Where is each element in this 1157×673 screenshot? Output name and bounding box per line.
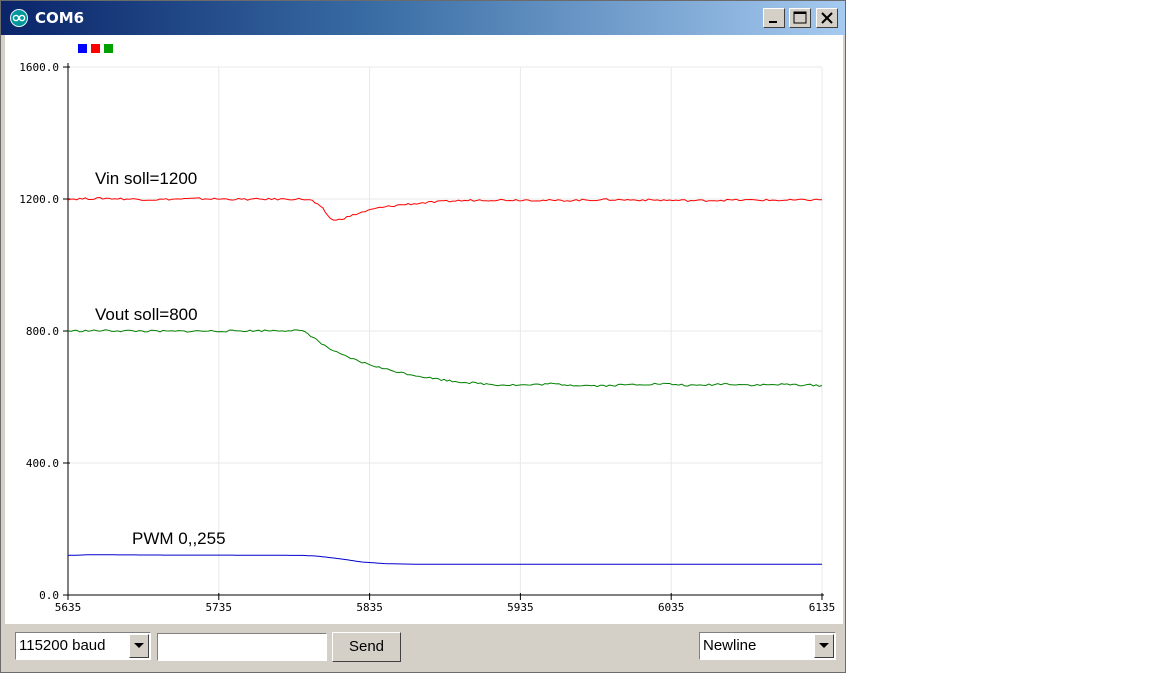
send-button[interactable]: Send xyxy=(332,632,401,662)
chevron-down-icon xyxy=(819,643,829,648)
y-tick-label: 1600.0 xyxy=(19,61,59,74)
series-line-3 xyxy=(67,329,823,388)
x-tick-label: 5835 xyxy=(356,601,383,614)
x-tick-label: 5635 xyxy=(55,601,82,614)
y-tick-label: 1200.0 xyxy=(19,193,59,206)
arduino-logo-icon xyxy=(10,9,28,27)
annotation-pwm: PWM 0,,255 xyxy=(132,529,226,548)
title-bar[interactable]: COM6 xyxy=(1,1,845,35)
maximize-icon xyxy=(793,11,807,24)
x-tick-label: 6135 xyxy=(809,601,836,614)
minimize-icon xyxy=(769,21,777,23)
annotation-vin: Vin soll=1200 xyxy=(95,169,198,188)
chevron-down-icon xyxy=(134,643,144,648)
x-tick-label: 6035 xyxy=(658,601,685,614)
baud-rate-select[interactable]: 115200 baud xyxy=(15,632,151,660)
y-tick-label: 800.0 xyxy=(26,325,59,338)
plot-chart: 0.0400.0800.01200.01600.05635 5735 5835 593… xyxy=(19,61,836,614)
bottom-toolbar: 115200 baud Send Newline xyxy=(5,624,843,670)
x-tick-label: 5935 xyxy=(507,601,534,614)
minimize-button[interactable] xyxy=(763,8,785,28)
serial-plotter-window: COM6 0.0 400.0 800.0 1200.0 1600.0 5635 5735 58… xyxy=(0,0,846,673)
x-tick-label: 5735 xyxy=(206,601,233,614)
line-ending-select[interactable]: Newline xyxy=(699,632,836,660)
series-line-1 xyxy=(67,554,822,565)
close-icon xyxy=(821,12,833,24)
line-ending-dropdown-button[interactable] xyxy=(814,634,834,658)
baud-dropdown-button[interactable] xyxy=(129,634,149,658)
window-title: COM6 xyxy=(35,9,85,27)
y-tick-label: 400.0 xyxy=(26,457,59,470)
maximize-button[interactable] xyxy=(789,8,811,28)
close-button[interactable] xyxy=(816,8,838,28)
series-line-2 xyxy=(67,196,823,221)
send-input[interactable] xyxy=(157,633,327,661)
baud-rate-value: 115200 baud xyxy=(19,637,106,654)
annotation-vout: Vout soll=800 xyxy=(95,305,198,324)
line-ending-value: Newline xyxy=(703,637,757,654)
plot-area: 0.0 400.0 800.0 1200.0 1600.0 5635 5735 5835 593… xyxy=(5,35,843,624)
